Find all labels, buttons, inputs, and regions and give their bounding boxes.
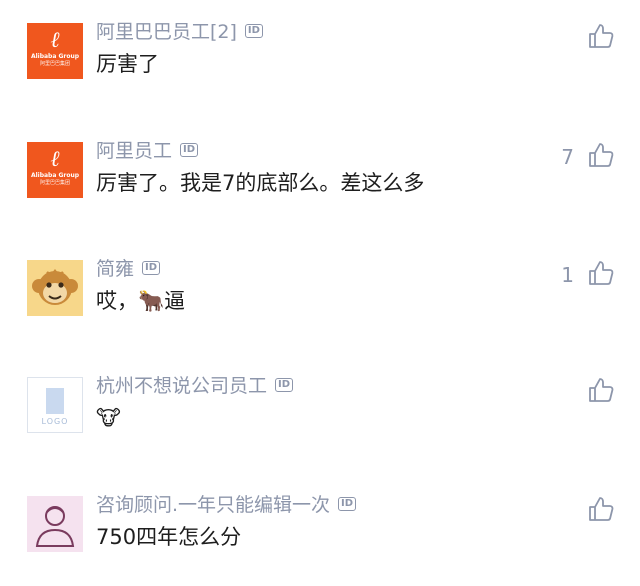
alibaba-logo-avatar[interactable]: ℓ Alibaba Group 阿里巴巴集团	[27, 142, 83, 198]
like-button[interactable]	[586, 375, 616, 405]
username[interactable]: 杭州不想说公司员工 ID	[96, 373, 294, 399]
monkey-avatar[interactable]	[27, 260, 83, 316]
id-badge: ID	[180, 142, 199, 157]
id-badge: ID	[142, 260, 161, 275]
like-button[interactable]	[586, 140, 616, 170]
avatar-brand-text: Alibaba Group	[30, 172, 80, 179]
username-text: 咨询顾问.一年只能编辑一次	[96, 494, 331, 516]
avatar-subbrand-text: 阿里巴巴集团	[39, 180, 70, 186]
comment-text: 厉害了	[96, 52, 159, 76]
username-text: 简雍	[96, 258, 135, 280]
logo-placeholder-avatar[interactable]: LOGO	[27, 377, 83, 433]
comment-text: 🐮	[96, 406, 121, 430]
thumbs-up-icon	[589, 143, 614, 167]
like-button[interactable]	[586, 494, 616, 524]
username-text: 杭州不想说公司员工	[96, 375, 268, 397]
id-badge: ID	[338, 496, 357, 511]
comment-item: LOGO 杭州不想说公司员工 ID 🐮	[0, 375, 640, 467]
like-count: 7	[561, 145, 574, 169]
id-badge: ID	[244, 23, 263, 38]
comment-item: 简雍 ID 哎，🐂逼 1	[0, 258, 640, 350]
avatar-brand-text: Alibaba Group	[30, 53, 80, 60]
like-count: 1	[561, 263, 574, 287]
alibaba-logo-icon: ℓ	[50, 28, 60, 53]
comment-item: ℓ Alibaba Group 阿里巴巴集团 阿里员工 ID 厉害了。我是7的底部…	[0, 140, 640, 232]
building-icon	[46, 388, 64, 414]
monkey-face-icon	[32, 268, 78, 305]
alibaba-logo-avatar[interactable]: ℓ Alibaba Group 阿里巴巴集团	[27, 23, 83, 79]
alibaba-logo-icon: ℓ	[50, 147, 60, 172]
like-button[interactable]	[586, 21, 616, 51]
person-avatar[interactable]	[27, 496, 83, 552]
username[interactable]: 咨询顾问.一年只能编辑一次 ID	[96, 492, 357, 518]
like-button[interactable]	[586, 258, 616, 288]
thumbs-up-icon	[589, 378, 614, 402]
username[interactable]: 阿里员工 ID	[96, 138, 199, 164]
username-text: 阿里巴巴员工[2]	[96, 21, 237, 43]
avatar-subbrand-text: 阿里巴巴集团	[39, 61, 70, 67]
username[interactable]: 简雍 ID	[96, 256, 161, 282]
username-text: 阿里员工	[96, 140, 173, 162]
comment-text: 哎，🐂逼	[96, 289, 186, 313]
id-badge: ID	[275, 377, 294, 392]
comment-item: ℓ Alibaba Group 阿里巴巴集团 阿里巴巴员工[2] ID 厉害了	[0, 21, 640, 113]
thumbs-up-icon	[589, 24, 614, 48]
comment-text: 厉害了。我是7的底部么。差这么多	[96, 171, 425, 195]
logo-text: LOGO	[41, 417, 69, 426]
comment-text: 750四年怎么分	[96, 525, 242, 549]
thumbs-up-icon	[589, 497, 614, 521]
person-sketch-icon	[35, 506, 75, 547]
thumbs-up-icon	[589, 261, 614, 285]
username[interactable]: 阿里巴巴员工[2] ID	[96, 19, 263, 45]
